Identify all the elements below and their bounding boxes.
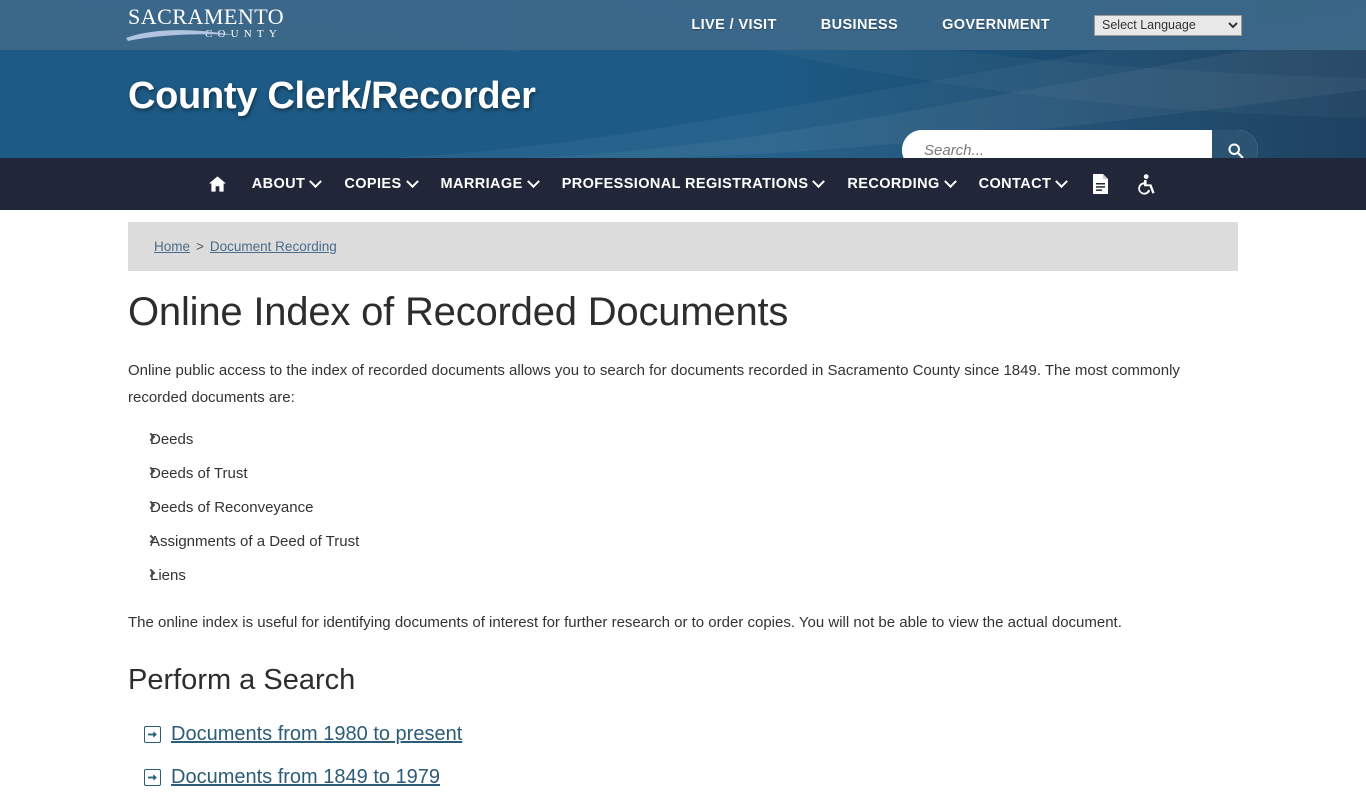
nav-item-copies[interactable]: COPIES <box>332 158 428 210</box>
search-submit-button[interactable] <box>1212 130 1258 158</box>
chevron-down-icon <box>943 174 957 188</box>
note-paragraph: The online index is useful for identifyi… <box>128 614 1122 631</box>
chevron-down-icon <box>812 174 826 188</box>
perform-a-search-heading: Perform a Search <box>128 664 356 696</box>
chevron-down-icon <box>309 174 323 188</box>
document-types-list: Deeds Deeds of Trust Deeds of Reconveyan… <box>128 423 1238 593</box>
home-icon <box>208 176 226 192</box>
top-link-live-visit[interactable]: LIVE / VISIT <box>669 17 798 33</box>
list-item-label: Deeds of Reconveyance <box>150 499 314 516</box>
nav-item-label: RECORDING <box>847 176 940 192</box>
arrow-right-icon <box>147 774 157 781</box>
nav-item-label: CONTACT <box>978 176 1052 192</box>
search-link-1849-to-1979[interactable]: Documents from 1849 to 1979 <box>171 766 440 789</box>
nav-item-professional-registrations[interactable]: PROFESSIONAL REGISTRATIONS <box>550 158 836 210</box>
nav-item-label: COPIES <box>344 176 402 192</box>
site-header: LIVE / VISIT BUSINESS GOVERNMENT Select … <box>0 0 1366 158</box>
list-item-label: Liens <box>150 567 186 584</box>
list-item: Assignments of a Deed of Trust <box>128 525 1238 559</box>
main-content: Online Index of Recorded Documents Onlin… <box>128 290 1238 809</box>
list-item: Deeds of Reconveyance <box>128 491 1238 525</box>
arrow-right-boxed-icon <box>144 726 161 743</box>
page-title: Online Index of Recorded Documents <box>128 290 789 334</box>
nav-item-forms[interactable] <box>1078 158 1123 210</box>
header-search <box>902 130 1258 158</box>
intro-paragraph: Online public access to the index of rec… <box>128 362 1180 406</box>
list-item-label: Deeds of Trust <box>150 465 248 482</box>
header-main-band: County Clerk/Recorder <box>0 50 1366 158</box>
logo-main-text: Sacramento <box>128 4 285 29</box>
nav-item-marriage[interactable]: MARRIAGE <box>429 158 550 210</box>
main-navigation: ABOUT COPIES MARRIAGE PROFESSIONAL REGIS… <box>0 158 1366 210</box>
page-site-title: County Clerk/Recorder <box>128 75 536 117</box>
logo-swoosh-icon <box>126 30 234 41</box>
nav-item-home[interactable] <box>195 158 240 210</box>
search-input[interactable] <box>902 130 1212 158</box>
list-item: Liens <box>128 559 1238 593</box>
breadcrumb-item-home[interactable]: Home <box>154 239 190 254</box>
list-item: Deeds of Trust <box>128 457 1238 491</box>
accessibility-icon <box>1138 173 1155 195</box>
nav-item-about[interactable]: ABOUT <box>240 158 333 210</box>
list-item: Deeds <box>128 423 1238 457</box>
nav-item-recording[interactable]: RECORDING <box>835 158 966 210</box>
search-link-row-1849[interactable]: Documents from 1849 to 1979 <box>144 766 1238 789</box>
nav-item-contact[interactable]: CONTACT <box>967 158 1079 210</box>
nav-item-accessibility[interactable] <box>1123 158 1171 210</box>
top-link-government[interactable]: GOVERNMENT <box>920 17 1072 33</box>
nav-item-label: ABOUT <box>251 176 306 192</box>
chevron-down-icon <box>1055 174 1069 188</box>
top-link-business[interactable]: BUSINESS <box>799 17 920 33</box>
document-icon <box>1093 174 1109 194</box>
search-icon <box>1227 142 1243 158</box>
chevron-down-icon <box>526 174 540 188</box>
nav-item-label: PROFESSIONAL REGISTRATIONS <box>561 176 809 192</box>
breadcrumb-separator: > <box>196 239 204 254</box>
language-select[interactable]: Select Language <box>1094 14 1242 36</box>
list-item-label: Deeds <box>150 431 194 448</box>
arrow-right-boxed-icon <box>144 769 161 786</box>
breadcrumb-item-document-recording[interactable]: Document Recording <box>210 239 337 254</box>
breadcrumb: Home > Document Recording <box>128 222 1238 271</box>
search-link-row-1980[interactable]: Documents from 1980 to present <box>144 723 1238 746</box>
nav-item-label: MARRIAGE <box>440 176 523 192</box>
search-link-1980-to-present[interactable]: Documents from 1980 to present <box>171 723 462 746</box>
chevron-down-icon <box>405 174 419 188</box>
arrow-right-icon <box>147 731 157 738</box>
sacramento-county-logo[interactable]: Sacramento COUNTY <box>126 4 285 46</box>
list-item-label: Assignments of a Deed of Trust <box>150 533 360 550</box>
